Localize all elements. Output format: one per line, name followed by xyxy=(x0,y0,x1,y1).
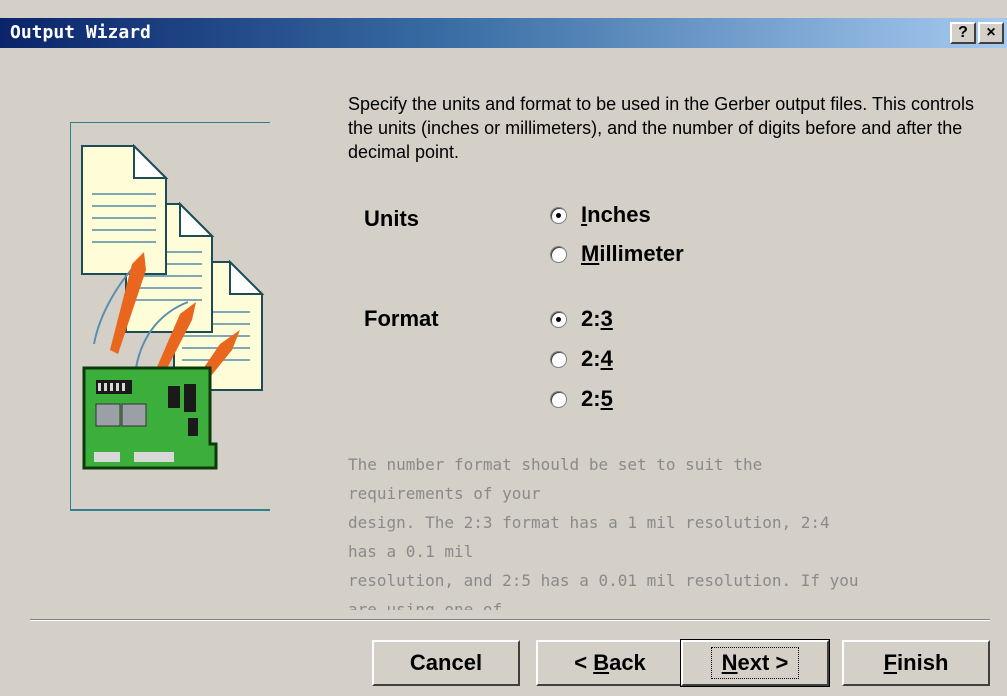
finish-button[interactable]: Finish xyxy=(842,640,990,686)
back-mnemonic: B xyxy=(593,650,610,675)
next-button[interactable]: Next > xyxy=(680,639,830,687)
next-label: ext xyxy=(737,650,770,675)
radio-indicator[interactable] xyxy=(550,245,567,263)
cancel-button[interactable]: Cancel xyxy=(372,640,520,686)
back-button[interactable]: < Back xyxy=(536,640,684,686)
radio-indicator[interactable] xyxy=(550,310,567,328)
intro-text: Specify the units and format to be used … xyxy=(348,94,975,162)
radio-units-millimeters[interactable]: Millimeter xyxy=(550,241,710,267)
button-separator xyxy=(30,619,990,621)
radio-label: 2:5 xyxy=(581,386,613,411)
radio-indicator[interactable] xyxy=(550,206,567,224)
format-label: Format xyxy=(364,306,439,331)
pcb-board-icon xyxy=(82,366,218,470)
next-arrow: > xyxy=(775,650,789,675)
radio-label: 2:3 xyxy=(581,306,613,331)
format-description: The number format should be set to suit … xyxy=(348,455,859,610)
back-arrow: < xyxy=(574,650,588,675)
window-title: Output Wizard xyxy=(10,22,151,43)
radio-label: Inches xyxy=(581,202,651,227)
next-mnemonic: N xyxy=(721,650,738,675)
title-bar: Output Wizard ? × xyxy=(0,18,1007,48)
next-focus-rect: Next > xyxy=(710,647,800,679)
radio-format-2-5[interactable]: 2:5 xyxy=(550,386,613,412)
radio-indicator[interactable] xyxy=(550,350,567,368)
radio-label: Millimeter xyxy=(581,241,684,266)
radio-format-2-3[interactable]: 2:3 xyxy=(550,306,613,332)
finish-mnemonic: F xyxy=(883,650,898,675)
radio-format-2-4[interactable]: 2:4 xyxy=(550,346,613,372)
close-button[interactable]: × xyxy=(978,22,1004,44)
units-label: Units xyxy=(364,206,419,231)
back-label: ack xyxy=(609,650,646,675)
radio-label: 2:4 xyxy=(581,346,613,371)
radio-indicator[interactable] xyxy=(550,390,567,408)
radio-units-inches[interactable]: Inches xyxy=(550,202,651,228)
help-button[interactable]: ? xyxy=(950,22,976,44)
finish-label: inish xyxy=(897,650,949,675)
wizard-illustration xyxy=(70,122,270,511)
